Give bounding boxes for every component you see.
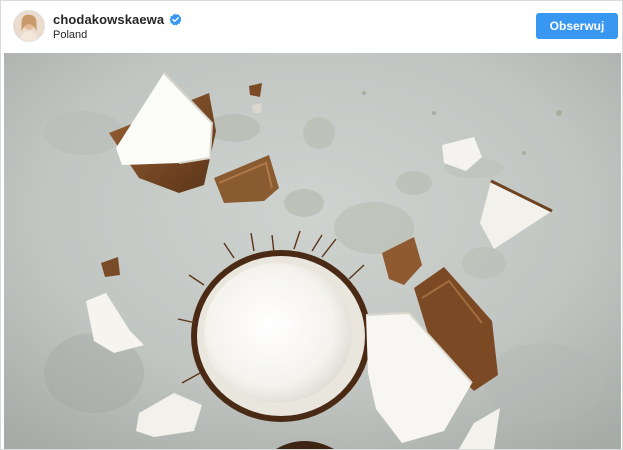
user-avatar[interactable] bbox=[13, 10, 45, 42]
username-row: chodakowskaewa bbox=[53, 11, 182, 27]
user-info: chodakowskaewa Poland bbox=[53, 11, 182, 41]
follow-button[interactable]: Obserwuj bbox=[536, 13, 618, 39]
username-link[interactable]: chodakowskaewa bbox=[53, 12, 164, 27]
post-photo[interactable] bbox=[4, 53, 621, 449]
coconut-photo-image bbox=[4, 53, 621, 449]
post-header: chodakowskaewa Poland Obserwuj bbox=[1, 1, 622, 53]
location-link[interactable]: Poland bbox=[53, 29, 182, 41]
instagram-post-card: chodakowskaewa Poland Obserwuj bbox=[0, 0, 623, 450]
avatar-photo-icon bbox=[14, 11, 44, 41]
verified-badge-icon bbox=[169, 13, 182, 26]
